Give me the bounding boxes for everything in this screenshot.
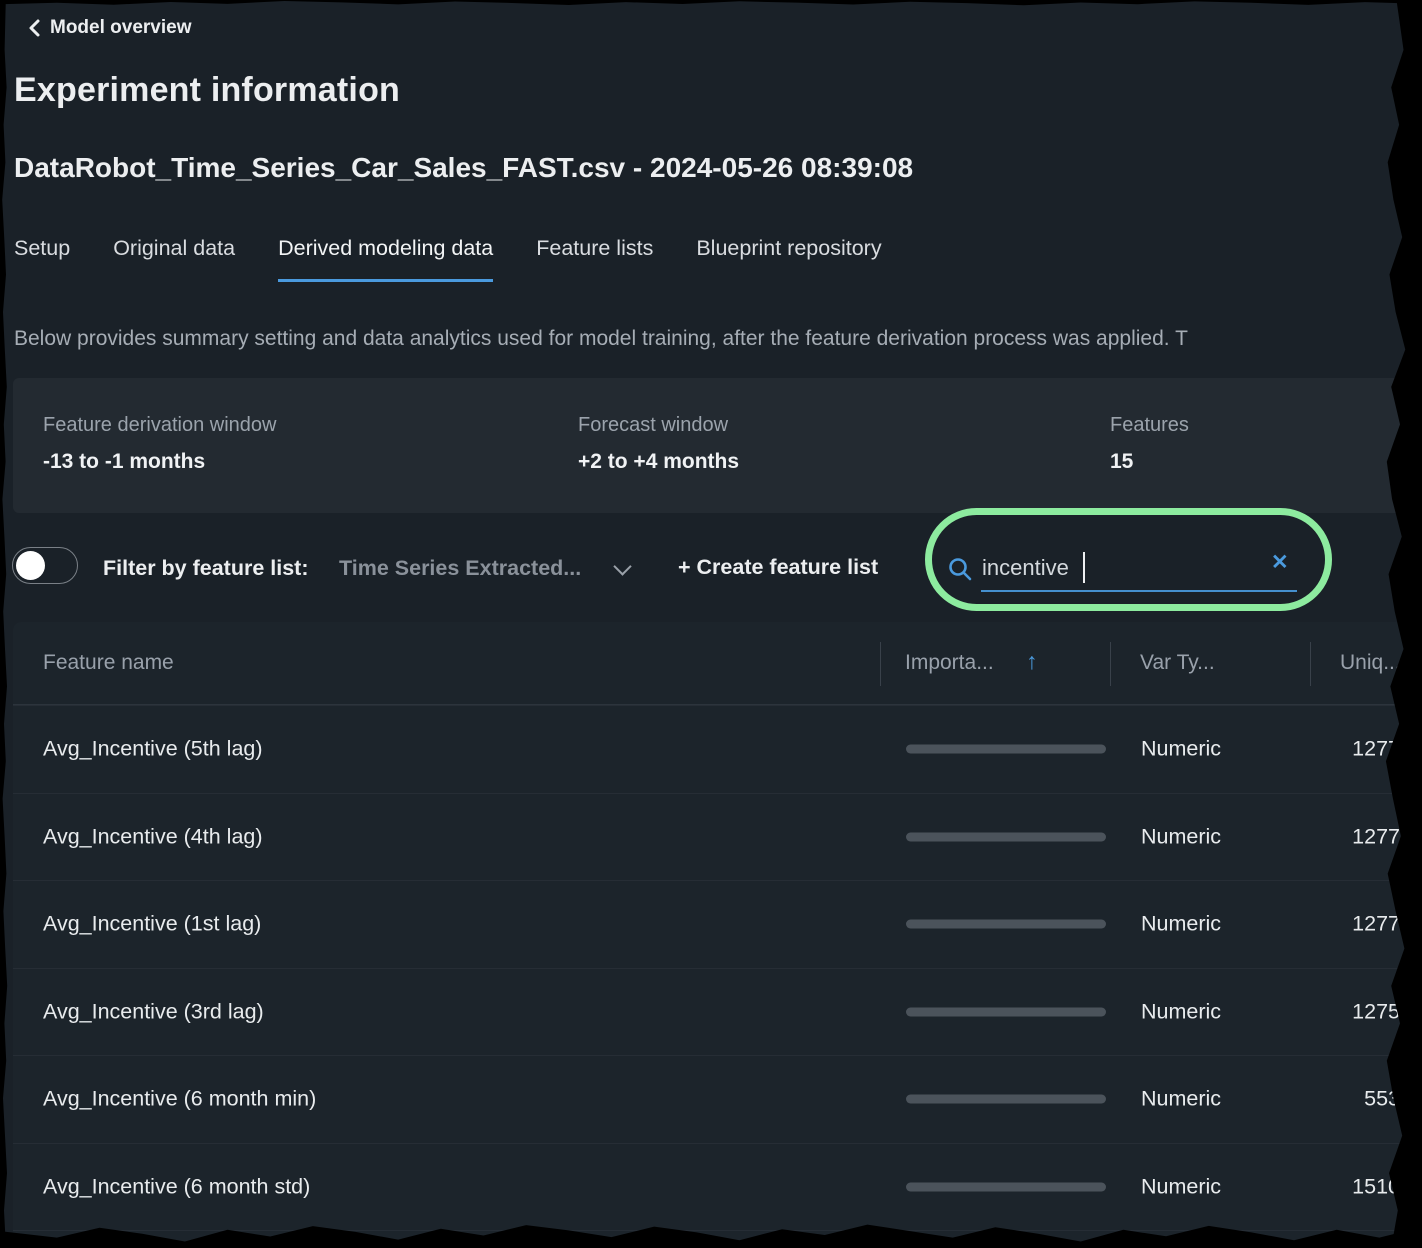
unique-count-cell: 1277 [1260,824,1400,849]
summary-value: 15 [1110,450,1189,474]
feature-list-filter-toggle[interactable] [12,547,78,584]
feature-name-cell: Avg_Incentive (1st lag) [43,912,261,937]
tab-bar: Setup Original data Derived modeling dat… [14,236,882,282]
summary-features-count: Features 15 [1110,414,1189,474]
column-header-unique[interactable]: Uniq... [1340,651,1401,675]
unique-count-cell: 553 [1260,1087,1400,1112]
importance-bar [906,1007,1106,1016]
importance-bar [906,832,1106,841]
tab-blueprint-repository[interactable]: Blueprint repository [696,236,881,282]
tab-feature-lists[interactable]: Feature lists [536,236,653,282]
importance-bar [906,745,1106,754]
summary-label: Forecast window [578,414,739,437]
var-type-cell: Numeric [1141,737,1221,762]
unique-count-cell: 1275 [1260,999,1400,1024]
chevron-left-icon [28,18,41,38]
search-icon [947,556,974,588]
column-header-feature-name[interactable]: Feature name [43,651,174,675]
description-text: Below provides summary setting and data … [14,327,1422,351]
table-header-row: Feature name Importa... ↑ Var Ty... Uniq… [13,622,1422,705]
toggle-knob [16,551,45,580]
filter-by-feature-list-label: Filter by feature list: [103,556,309,581]
features-table: Feature name Importa... ↑ Var Ty... Uniq… [13,622,1422,1248]
column-divider [1110,642,1111,686]
importance-bar [906,920,1106,929]
search-input-value: incentive [982,555,1069,581]
column-header-importance[interactable]: Importa... [905,651,994,675]
torn-edge-left [0,0,10,1248]
table-row[interactable]: Avg_Incentive (3rd lag) Numeric 1275 [13,968,1422,1056]
feature-name-cell: Avg_Incentive (4th lag) [43,824,263,849]
search-underline [981,590,1297,592]
unique-count-cell: 1510 [1260,1174,1400,1199]
clear-search-button[interactable]: ✕ [1271,552,1289,573]
summary-panel: Feature derivation window -13 to -1 mont… [13,378,1410,513]
chevron-down-icon[interactable] [613,557,631,575]
table-row[interactable]: Avg_Incentive (6 month min) Numeric 553 [13,1055,1422,1143]
summary-value: +2 to +4 months [578,450,739,474]
table-row[interactable]: Avg_Incentive (5th lag) Numeric 1277 [13,705,1422,793]
var-type-cell: Numeric [1141,912,1221,937]
partial-next-row [13,1230,1422,1248]
feature-name-cell: Avg_Incentive (6 month min) [43,1087,316,1112]
table-row[interactable]: Avg_Incentive (4th lag) Numeric 1277 [13,793,1422,881]
back-link-label: Model overview [50,17,192,39]
summary-label: Feature derivation window [43,414,276,437]
feature-name-cell: Avg_Incentive (3rd lag) [43,999,264,1024]
var-type-cell: Numeric [1141,1174,1221,1199]
table-row[interactable]: Avg_Incentive (1st lag) Numeric 1277 [13,880,1422,968]
table-row[interactable]: Avg_Incentive (6 month std) Numeric 1510 [13,1143,1422,1231]
feature-name-cell: Avg_Incentive (5th lag) [43,737,263,762]
feature-list-dropdown[interactable]: Time Series Extracted... [339,556,581,581]
torn-edge-top [0,0,1422,7]
column-header-var-type[interactable]: Var Ty... [1140,651,1215,675]
summary-value: -13 to -1 months [43,450,276,474]
tab-setup[interactable]: Setup [14,236,70,282]
sort-arrow-up-icon[interactable]: ↑ [1026,648,1038,675]
column-divider [1310,642,1311,686]
importance-bar [906,1182,1106,1191]
create-feature-list-button[interactable]: + Create feature list [678,555,878,580]
var-type-cell: Numeric [1141,999,1221,1024]
tab-derived-modeling-data[interactable]: Derived modeling data [278,236,493,282]
column-divider [880,642,881,686]
text-caret [1083,552,1085,583]
feature-name-cell: Avg_Incentive (6 month std) [43,1174,310,1199]
importance-bar [906,1095,1106,1104]
tab-original-data[interactable]: Original data [113,236,235,282]
dataset-title: DataRobot_Time_Series_Car_Sales_FAST.csv… [14,152,913,184]
search-input[interactable]: incentive ✕ [935,520,1320,600]
summary-forecast-window: Forecast window +2 to +4 months [578,414,739,474]
var-type-cell: Numeric [1141,1087,1221,1112]
var-type-cell: Numeric [1141,824,1221,849]
page-title: Experiment information [14,71,400,110]
unique-count-cell: 1277 [1260,737,1400,762]
back-link[interactable]: Model overview [28,17,192,39]
unique-count-cell: 1277 [1260,912,1400,937]
summary-label: Features [1110,414,1189,437]
summary-feature-derivation-window: Feature derivation window -13 to -1 mont… [43,414,276,474]
